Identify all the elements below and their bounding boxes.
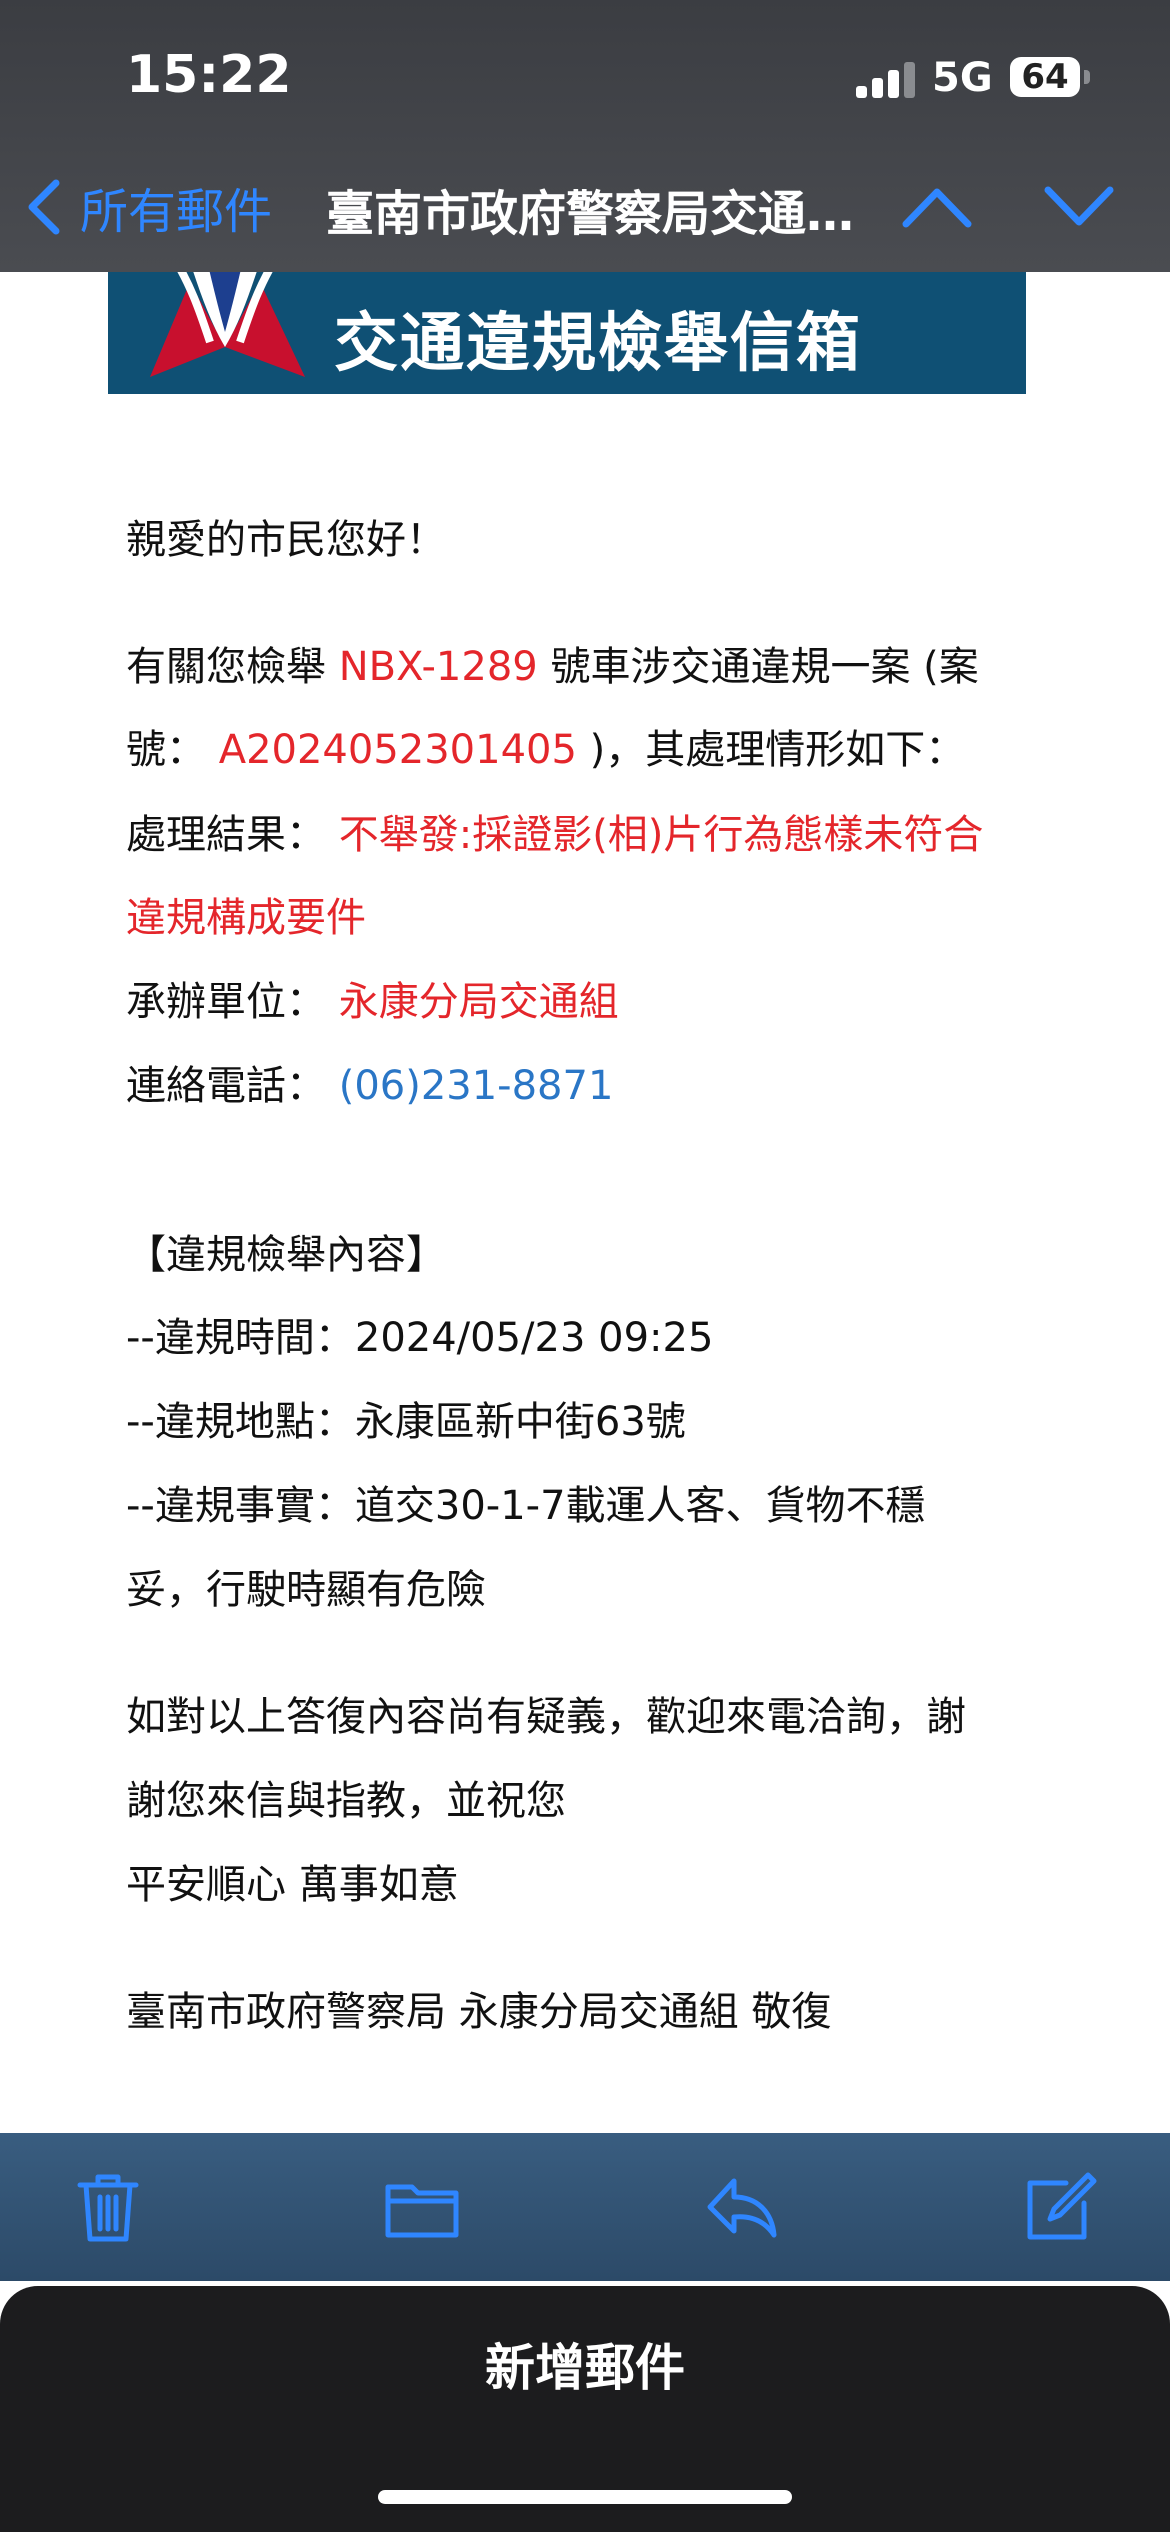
chevron-left-icon — [28, 179, 60, 235]
compose-icon — [1027, 2172, 1097, 2240]
case-number: A2024052301405 — [218, 727, 577, 773]
mail-toolbar — [0, 2133, 1170, 2281]
violation-time: --違規時間：2024/05/23 09:25 — [126, 1315, 714, 1361]
signature: 臺南市政府警察局 永康分局交通組 敬復 — [126, 1989, 832, 2035]
intro-prefix: 有關您檢舉 — [126, 644, 326, 690]
closing-line-3: 平安順心 萬事如意 — [126, 1862, 459, 1908]
chevron-down-icon — [1044, 186, 1114, 226]
closing-line-1: 如對以上答復內容尚有疑義，歡迎來電洽詢，謝 — [126, 1694, 966, 1740]
mailbox-title: 臺南市政府警察局交通違規檢舉信箱 — [326, 186, 866, 242]
chevron-up-icon — [902, 188, 972, 228]
move-to-folder-button[interactable] — [384, 2169, 460, 2245]
previous-message-button[interactable] — [900, 178, 974, 234]
result-line: 處理結果： 不舉發:採證影(相)片行為態樣未符合 — [126, 805, 983, 865]
case-suffix: )，其處理情形如下： — [589, 727, 966, 773]
top-bar: 15:22 5G 64 所有郵件 臺南市政府警察局交通違規檢舉信箱 — [0, 0, 1170, 272]
unit-line: 承辦單位： 永康分局交通組 — [126, 972, 619, 1032]
signal-icon — [856, 62, 916, 98]
status-time: 15:22 — [126, 45, 292, 105]
unit-label: 承辦單位： — [126, 979, 326, 1025]
case-label: 號： — [126, 727, 206, 773]
case-line: 號： A2024052301405 )，其處理情形如下： — [126, 720, 965, 780]
intro-line: 有關您檢舉 NBX-1289 號車涉交通違規一案 (案 — [126, 637, 979, 697]
folder-icon — [385, 2184, 459, 2238]
delete-button[interactable] — [70, 2169, 146, 2245]
violation-fact: --違規事實：道交30-1-7載運人客、貨物不穩 — [126, 1483, 926, 1529]
battery-icon: 64 — [1010, 57, 1080, 97]
plate-number: NBX-1289 — [338, 644, 538, 690]
reply-button[interactable] — [704, 2169, 780, 2245]
back-label: 所有郵件 — [80, 184, 273, 240]
banner-title: 交通違規檢舉信箱 — [334, 307, 862, 381]
violation-fact-continued: 妥，行駛時顯有危險 — [126, 1567, 486, 1613]
result-label: 處理結果： — [126, 812, 326, 858]
result-text-continued: 違規構成要件 — [126, 895, 366, 941]
violation-place: --違規地點：永康區新中街63號 — [126, 1399, 686, 1445]
home-indicator[interactable] — [378, 2490, 792, 2504]
intro-suffix: 號車涉交通違規一案 (案 — [550, 644, 979, 690]
greeting: 親愛的市民您好！ — [126, 517, 446, 563]
phone-link[interactable]: (06)231-8871 — [339, 1063, 614, 1109]
section-title: 【違規檢舉內容】 — [126, 1232, 446, 1278]
next-message-button[interactable] — [1042, 178, 1116, 234]
back-button[interactable]: 所有郵件 — [24, 172, 272, 242]
new-message-title: 新增郵件 — [485, 2339, 685, 2397]
result-text: 不舉發:採證影(相)片行為態樣未符合 — [338, 812, 984, 858]
network-label: 5G — [932, 55, 993, 101]
police-logo-icon — [150, 272, 305, 377]
closing-line-2: 謝您來信與指教，並祝您 — [126, 1778, 566, 1824]
reply-icon — [707, 2178, 777, 2238]
trash-icon — [77, 2174, 139, 2242]
compose-button[interactable] — [1022, 2169, 1098, 2245]
unit-value: 永康分局交通組 — [338, 979, 619, 1025]
email-banner: 交通違規檢舉信箱 — [108, 272, 1026, 394]
battery-nub — [1084, 70, 1090, 84]
phone-label: 連絡電話： — [126, 1063, 326, 1109]
phone-line: 連絡電話： (06)231-8871 — [126, 1056, 613, 1116]
